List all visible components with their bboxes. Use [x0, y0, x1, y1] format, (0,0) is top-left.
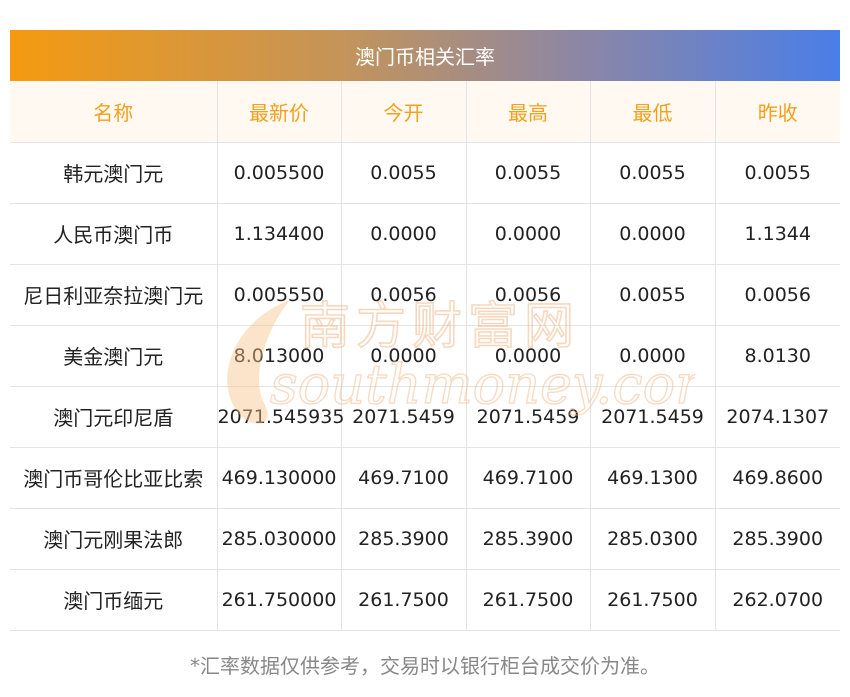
table-row: 澳门元刚果法郎 285.030000 285.3900 285.3900 285…	[10, 508, 840, 570]
latest-price: 261.750000	[217, 569, 342, 631]
table-row: 人民币澳门币 1.134400 0.0000 0.0000 0.0000 1.1…	[10, 203, 840, 265]
prev-close-price: 2074.1307	[715, 386, 840, 448]
column-header-high: 最高	[466, 81, 591, 143]
table-row: 尼日利亚奈拉澳门元 0.005550 0.0056 0.0056 0.0055 …	[10, 264, 840, 326]
currency-pair-name: 韩元澳门元	[10, 142, 218, 204]
open-price: 2071.5459	[341, 386, 467, 448]
prev-close-price: 285.3900	[715, 508, 840, 570]
prev-close-price: 262.0700	[715, 569, 840, 631]
prev-close-price: 1.1344	[715, 203, 840, 265]
prev-close-price: 8.0130	[715, 325, 840, 387]
currency-pair-name: 尼日利亚奈拉澳门元	[10, 264, 218, 326]
table-row: 美金澳门元 8.013000 0.0000 0.0000 0.0000 8.01…	[10, 325, 840, 387]
currency-pair-name: 澳门币缅元	[10, 569, 218, 631]
table-row: 澳门元印尼盾 2071.545935 2071.5459 2071.5459 2…	[10, 386, 840, 448]
latest-price: 2071.545935	[217, 386, 344, 448]
low-price: 0.0055	[590, 142, 716, 204]
open-price: 0.0000	[341, 325, 467, 387]
low-price: 0.0000	[590, 203, 716, 265]
currency-pair-name: 人民币澳门币	[10, 203, 218, 265]
high-price: 469.7100	[466, 447, 591, 509]
high-price: 261.7500	[466, 569, 591, 631]
column-header-name: 名称	[10, 81, 218, 143]
open-price: 0.0000	[341, 203, 467, 265]
table-row: 澳门币哥伦比亚比索 469.130000 469.7100 469.7100 4…	[10, 447, 840, 509]
latest-price: 0.005500	[217, 142, 342, 204]
open-price: 285.3900	[341, 508, 467, 570]
low-price: 2071.5459	[590, 386, 716, 448]
high-price: 285.3900	[466, 508, 591, 570]
table-title: 澳门币相关汇率	[355, 45, 495, 69]
low-price: 285.0300	[590, 508, 716, 570]
column-header-prev-close: 昨收	[715, 81, 840, 143]
latest-price: 1.134400	[217, 203, 342, 265]
currency-pair-name: 澳门元印尼盾	[10, 386, 218, 448]
currency-pair-name: 澳门元刚果法郎	[10, 508, 218, 570]
high-price: 0.0000	[466, 203, 591, 265]
low-price: 0.0055	[590, 264, 716, 326]
table-header-row: 名称 最新价 今开 最高 最低 昨收	[10, 81, 840, 143]
latest-price: 285.030000	[217, 508, 342, 570]
open-price: 469.7100	[341, 447, 467, 509]
high-price: 0.0055	[466, 142, 591, 204]
column-header-low: 最低	[590, 81, 716, 143]
column-header-open: 今开	[341, 81, 467, 143]
table-row: 韩元澳门元 0.005500 0.0055 0.0055 0.0055 0.00…	[10, 142, 840, 204]
table-title-banner: 澳门币相关汇率	[10, 30, 840, 81]
currency-pair-name: 澳门币哥伦比亚比索	[10, 447, 218, 509]
open-price: 0.0056	[341, 264, 467, 326]
open-price: 261.7500	[341, 569, 467, 631]
high-price: 2071.5459	[466, 386, 591, 448]
latest-price: 0.005550	[217, 264, 342, 326]
table-row: 澳门币缅元 261.750000 261.7500 261.7500 261.7…	[10, 569, 840, 631]
exchange-rate-table: 名称 最新价 今开 最高 最低 昨收 韩元澳门元 0.005500 0.0055…	[10, 81, 840, 631]
latest-price: 469.130000	[217, 447, 342, 509]
prev-close-price: 0.0055	[715, 142, 840, 204]
low-price: 469.1300	[590, 447, 716, 509]
high-price: 0.0056	[466, 264, 591, 326]
prev-close-price: 469.8600	[715, 447, 840, 509]
low-price: 261.7500	[590, 569, 716, 631]
high-price: 0.0000	[466, 325, 591, 387]
column-header-latest: 最新价	[217, 81, 342, 143]
currency-pair-name: 美金澳门元	[10, 325, 218, 387]
prev-close-price: 0.0056	[715, 264, 840, 326]
open-price: 0.0055	[341, 142, 467, 204]
disclaimer-footnote: *汇率数据仅供参考，交易时以银行柜台成交价为准。	[190, 654, 660, 678]
latest-price: 8.013000	[217, 325, 342, 387]
low-price: 0.0000	[590, 325, 716, 387]
